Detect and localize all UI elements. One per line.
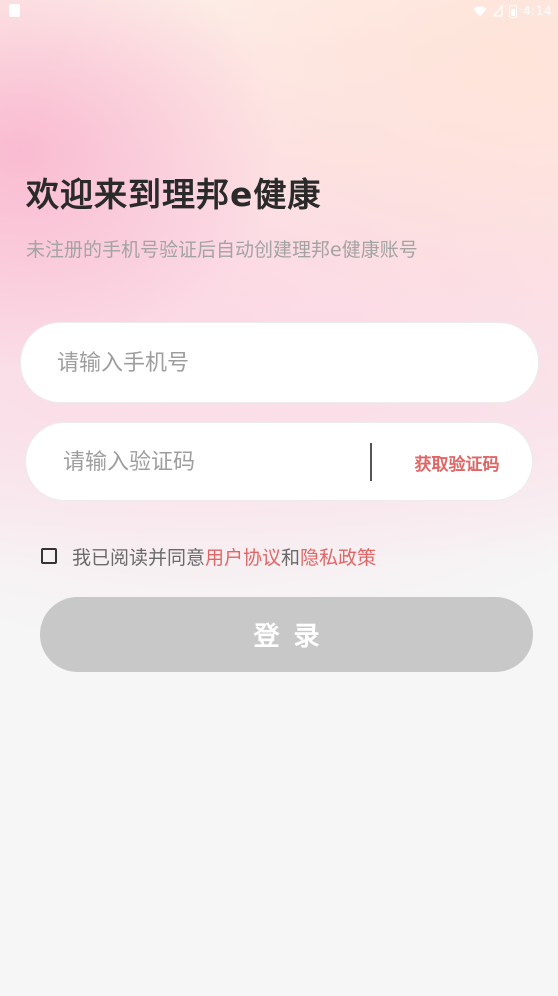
agreement-prefix: 我已阅读并同意 — [72, 546, 206, 569]
notification-icon — [9, 4, 20, 17]
agreement-conjunction: 和 — [281, 546, 301, 569]
agreement-row: 我已阅读并同意 用户协议 和 隐私政策 — [41, 542, 376, 570]
status-bar: 4:14 — [0, 0, 558, 22]
login-button[interactable]: 登录 — [40, 597, 533, 672]
wifi-icon — [473, 5, 487, 16]
privacy-policy-link[interactable]: 隐私政策 — [300, 543, 376, 570]
code-field: 获取验证码 — [25, 422, 533, 501]
signal-icon — [493, 5, 503, 17]
battery-icon — [509, 4, 518, 18]
agree-checkbox[interactable] — [41, 548, 57, 564]
user-agreement-link[interactable]: 用户协议 — [205, 543, 281, 570]
page-subtitle: 未注册的手机号验证后自动创建理邦e健康账号 — [26, 239, 418, 261]
phone-field — [20, 322, 539, 403]
verification-code-input[interactable] — [63, 442, 363, 482]
page-title: 欢迎来到理邦e健康 — [26, 175, 322, 214]
status-right-group: 4:14 — [473, 2, 552, 20]
status-time: 4:14 — [523, 4, 552, 18]
phone-input[interactable] — [57, 343, 507, 383]
get-code-button[interactable]: 获取验证码 — [398, 443, 516, 481]
code-divider — [370, 443, 372, 481]
